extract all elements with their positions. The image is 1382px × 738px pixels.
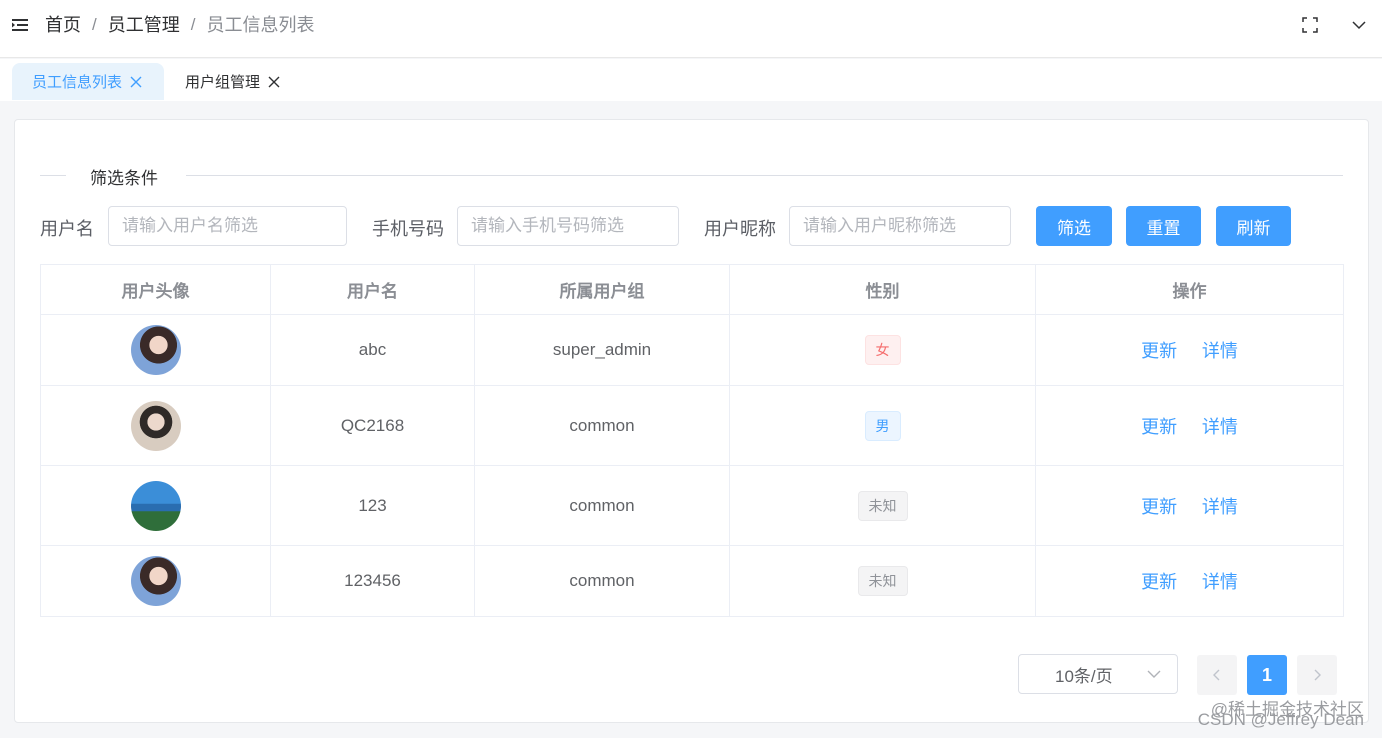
- column-header-group: 所属用户组: [474, 264, 730, 315]
- avatar: [130, 556, 181, 606]
- watermark-csdn: CSDN @Jeffrey Dean: [1197, 710, 1364, 729]
- username-cell: 123: [270, 465, 475, 546]
- tab-label: 用户组管理: [185, 74, 261, 91]
- username-cell: abc: [270, 314, 475, 386]
- column-header-actions: 操作: [1035, 264, 1344, 315]
- breadcrumb-home[interactable]: 首页: [45, 13, 81, 37]
- table-row: 123456 common 未知 更新 详情: [40, 545, 1344, 617]
- tab-employee-list[interactable]: 员工信息列表: [12, 63, 164, 100]
- avatar: [130, 480, 181, 531]
- page-size-value: 10条/页: [1055, 666, 1113, 686]
- gender-tag: 女: [864, 335, 901, 365]
- chevron-down-icon[interactable]: [1352, 19, 1366, 31]
- close-icon[interactable]: [130, 76, 142, 88]
- prev-page-button[interactable]: [1197, 655, 1237, 695]
- nickname-label: 用户昵称: [704, 219, 776, 239]
- breadcrumb-employee-management[interactable]: 员工管理: [108, 13, 180, 37]
- nickname-filter-input[interactable]: [789, 206, 1011, 246]
- update-link[interactable]: 更新: [1141, 572, 1177, 592]
- phone-filter-input[interactable]: [457, 206, 679, 246]
- tab-label: 员工信息列表: [32, 74, 123, 91]
- avatar: [130, 325, 181, 375]
- chevron-left-icon: [1213, 669, 1220, 681]
- group-cell: common: [474, 385, 730, 466]
- tab-user-group[interactable]: 用户组管理: [168, 63, 296, 100]
- breadcrumb-separator: /: [92, 15, 97, 34]
- divider: [186, 175, 1343, 176]
- update-link[interactable]: 更新: [1141, 341, 1177, 361]
- divider: [40, 175, 66, 176]
- detail-link[interactable]: 详情: [1202, 341, 1238, 361]
- close-icon[interactable]: [268, 76, 280, 88]
- reset-button[interactable]: 重置: [1126, 206, 1201, 246]
- username-cell: 123456: [270, 545, 475, 617]
- breadcrumb: 首页 / 员工管理 / 员工信息列表: [45, 13, 314, 37]
- chevron-right-icon: [1314, 669, 1321, 681]
- table-header-row: 用户头像 用户名 所属用户组 性别 操作: [40, 264, 1344, 315]
- column-header-avatar: 用户头像: [40, 264, 271, 315]
- column-header-gender: 性别: [729, 264, 1036, 315]
- detail-link[interactable]: 详情: [1202, 417, 1238, 437]
- fullscreen-icon[interactable]: [1302, 17, 1318, 33]
- update-link[interactable]: 更新: [1141, 417, 1177, 437]
- top-bar: 首页 / 员工管理 / 员工信息列表: [0, 0, 1382, 58]
- update-link[interactable]: 更新: [1141, 497, 1177, 517]
- filter-button[interactable]: 筛选: [1036, 206, 1112, 246]
- breadcrumb-current: 员工信息列表: [206, 15, 315, 35]
- gender-tag: 未知: [857, 490, 908, 521]
- filter-section-title: 筛选条件: [90, 169, 158, 188]
- next-page-button[interactable]: [1297, 655, 1337, 695]
- detail-link[interactable]: 详情: [1202, 497, 1238, 517]
- main-card: 筛选条件 用户名 手机号码 用户昵称 筛选 重置 刷新 用户头像 用户名 所属用…: [14, 119, 1369, 723]
- group-cell: common: [474, 465, 730, 546]
- table-row: 123 common 未知 更新 详情: [40, 465, 1344, 546]
- column-header-username: 用户名: [270, 264, 475, 315]
- gender-tag: 未知: [857, 566, 908, 596]
- breadcrumb-separator: /: [190, 15, 196, 34]
- group-cell: super_admin: [474, 314, 730, 386]
- page-size-select[interactable]: 10条/页: [1018, 654, 1178, 694]
- group-cell: common: [474, 545, 730, 617]
- menu-fold-icon[interactable]: [12, 17, 28, 33]
- username-label: 用户名: [40, 219, 94, 239]
- table-row: QC2168 common 男 更新 详情: [40, 385, 1344, 466]
- username-cell: QC2168: [270, 385, 475, 466]
- avatar: [130, 400, 181, 451]
- refresh-button[interactable]: 刷新: [1216, 206, 1291, 246]
- table-row: abc super_admin 女 更新 详情: [40, 314, 1344, 386]
- page-number-current[interactable]: 1: [1247, 655, 1287, 695]
- gender-tag: 男: [864, 410, 901, 441]
- phone-label: 手机号码: [372, 219, 444, 239]
- tab-bar: 员工信息列表 用户组管理: [0, 59, 1382, 101]
- detail-link[interactable]: 详情: [1202, 572, 1238, 592]
- username-filter-input[interactable]: [108, 206, 347, 246]
- employee-table: 用户头像 用户名 所属用户组 性别 操作 abc super_admin 女 更…: [40, 264, 1344, 617]
- chevron-down-icon: [1147, 670, 1161, 678]
